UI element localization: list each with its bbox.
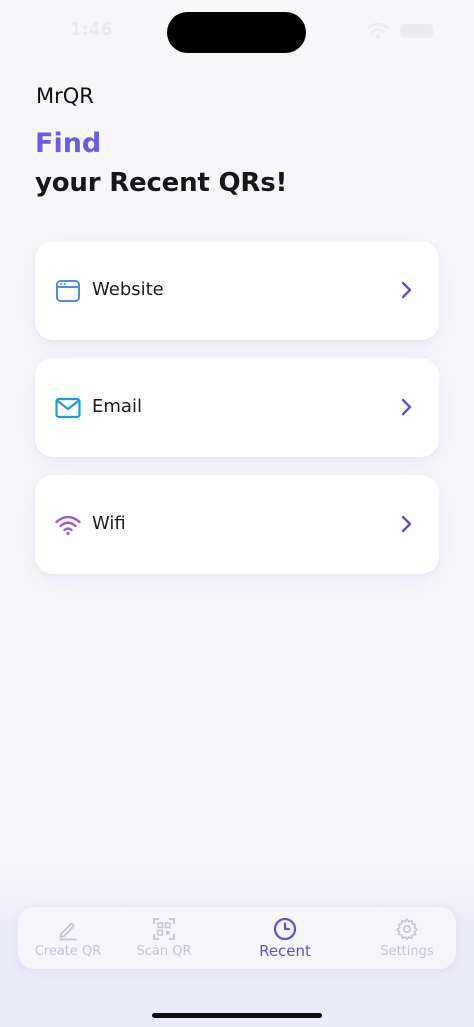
tab-recent[interactable]: Recent — [235, 907, 335, 969]
status-bar: 1:46 — [0, 0, 474, 60]
browser-window-icon — [56, 280, 80, 302]
status-time: 1:46 — [70, 20, 113, 40]
gear-icon — [396, 918, 418, 941]
tab-create-qr[interactable]: Create QR — [18, 907, 118, 969]
category-label-email: Email — [92, 396, 142, 417]
home-indicator — [152, 1013, 322, 1018]
page-title: your Recent QRs! — [35, 168, 288, 198]
envelope-icon — [55, 397, 81, 419]
chevron-right-icon — [401, 281, 412, 299]
tab-label-scan-qr: Scan QR — [136, 944, 192, 959]
chevron-right-icon — [401, 398, 412, 416]
status-wifi-icon — [367, 22, 389, 39]
tab-settings[interactable]: Settings — [357, 907, 457, 969]
chevron-right-icon — [401, 515, 412, 533]
category-label-website: Website — [92, 279, 164, 300]
app-title: MrQR — [36, 84, 94, 108]
headline-accent: Find — [35, 128, 102, 159]
category-card-wifi[interactable]: Wifi — [35, 475, 439, 574]
wifi-icon — [55, 515, 81, 536]
dynamic-island — [167, 12, 306, 53]
category-card-website[interactable]: Website — [35, 241, 439, 340]
clock-icon — [273, 917, 297, 941]
tab-label-recent: Recent — [259, 942, 311, 960]
tab-scan-qr[interactable]: Scan QR — [114, 907, 214, 969]
pencil-icon — [59, 922, 77, 941]
category-card-email[interactable]: Email — [35, 358, 439, 457]
tab-label-settings: Settings — [380, 944, 434, 959]
category-label-wifi: Wifi — [92, 513, 126, 534]
battery-icon — [400, 24, 433, 38]
qr-scan-icon — [153, 918, 175, 940]
tab-bar: Create QR Scan QR Recent Settings — [18, 907, 456, 969]
tab-label-create-qr: Create QR — [34, 944, 102, 959]
